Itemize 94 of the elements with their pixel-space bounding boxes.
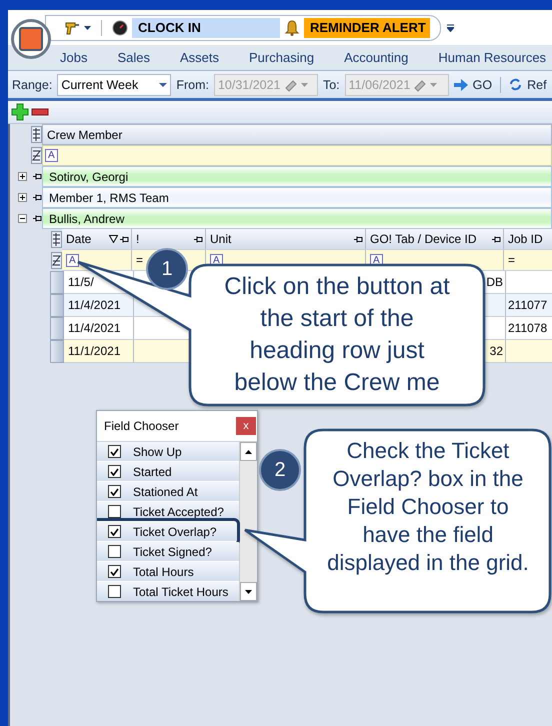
eraser-icon[interactable] [413, 78, 428, 92]
scroll-up-button[interactable] [240, 442, 257, 461]
filter-operator[interactable]: A [45, 149, 58, 162]
column-chooser-icon[interactable] [31, 126, 42, 143]
checkbox[interactable] [108, 485, 121, 498]
tooltip-text: Click on the button at the start of the heading row just below the Crew me [223, 272, 451, 398]
table-cell: 11/1/2021 [68, 344, 120, 358]
checkbox[interactable] [108, 505, 121, 518]
pin-icon[interactable] [194, 234, 203, 244]
close-button[interactable]: x [236, 417, 256, 435]
collapse-icon[interactable] [18, 214, 27, 223]
group-row[interactable]: Bullis, Andrew [42, 208, 552, 229]
column-title: Unit [210, 232, 232, 246]
check-icon [110, 468, 119, 476]
check-icon [110, 488, 119, 496]
arrow-right-icon[interactable] [454, 78, 468, 90]
table-cell: 11/4/2021 [68, 298, 120, 312]
table-cell: 11/4/2021 [68, 321, 120, 335]
pin-icon[interactable] [33, 172, 42, 181]
table-cell: 211078 [508, 321, 548, 335]
field-item[interactable]: Ticket Signed? [97, 542, 239, 562]
panel-title: Field Chooser [104, 419, 179, 433]
field-item[interactable]: Started [97, 462, 239, 482]
field-item[interactable]: Total Hours [97, 562, 239, 582]
clock-icon[interactable] [112, 20, 128, 36]
column-header[interactable]: Unit [206, 229, 366, 250]
bell-icon[interactable] [284, 20, 300, 36]
customize-toolbar-icon[interactable] [447, 24, 454, 32]
checkbox[interactable] [108, 565, 121, 578]
field-item[interactable]: Stationed At [97, 482, 239, 502]
go-button[interactable]: GO [472, 78, 492, 92]
menu-tab[interactable]: Human Resources [438, 50, 546, 65]
clock-in-button[interactable]: CLOCK IN [132, 18, 280, 38]
refresh-button[interactable]: Ref [527, 78, 547, 92]
filter-operator[interactable]: A [66, 254, 79, 266]
expand-icon[interactable] [18, 193, 27, 202]
from-label: From: [176, 78, 209, 92]
menu-tab[interactable]: Jobs [60, 50, 88, 65]
table-cell: 211077 [508, 298, 548, 312]
menu-tab[interactable]: Accounting [344, 50, 408, 65]
column-header[interactable]: Job ID [504, 229, 552, 250]
reminder-alert-button[interactable]: REMINDER ALERT [304, 18, 430, 38]
tooltip-text: Check the Ticket Overlap? box in the Field Chooser to have the field displayed in the grid. [326, 437, 530, 577]
menu-tab[interactable]: Sales [117, 50, 150, 65]
column-header[interactable]: ! [132, 229, 206, 250]
filter-operator[interactable]: = [136, 253, 144, 267]
column-header[interactable]: Crew Member [42, 124, 552, 145]
up-arrow-icon [245, 450, 252, 454]
checkbox[interactable] [108, 585, 121, 598]
check-icon [110, 568, 119, 576]
drill-icon[interactable] [64, 20, 80, 36]
pin-icon[interactable] [120, 234, 129, 244]
column-chooser-icon[interactable] [51, 231, 62, 248]
filter-icon[interactable] [109, 234, 118, 242]
column-title: ! [136, 232, 140, 246]
field-item[interactable]: Total Ticket Hours [97, 582, 239, 601]
column-title: GO! Tab / Device ID [370, 232, 476, 246]
column-header[interactable]: Date [62, 229, 132, 250]
expand-icon[interactable] [18, 172, 27, 181]
filter-row[interactable]: A [42, 145, 552, 166]
menu-tab[interactable]: Assets [180, 50, 220, 65]
clear-filter-icon[interactable] [51, 252, 62, 269]
checkbox[interactable] [108, 525, 121, 538]
column-title: Date [66, 232, 92, 246]
range-select[interactable]: Current Week [57, 74, 172, 96]
pin-icon[interactable] [33, 193, 42, 202]
down-arrow-icon [245, 590, 252, 594]
check-icon [110, 448, 119, 456]
group-row[interactable]: Member 1, RMS Team [42, 187, 552, 208]
group-row[interactable]: Sotirov, Georgi [42, 166, 552, 187]
check-icon [110, 528, 119, 536]
range-label: Range: [12, 78, 52, 92]
pin-icon[interactable] [492, 234, 501, 244]
pin-icon[interactable] [33, 214, 42, 223]
checkbox[interactable] [108, 545, 121, 558]
clear-filter-icon[interactable] [31, 147, 42, 164]
plus-icon[interactable] [11, 103, 29, 121]
caret-icon[interactable] [84, 26, 91, 30]
checkbox[interactable] [108, 465, 121, 478]
caret-icon[interactable] [159, 82, 168, 86]
eraser-icon[interactable] [284, 78, 298, 92]
to-label: To: [322, 78, 340, 92]
table-cell: 11/5/ [68, 275, 94, 289]
column-title: Job ID [508, 232, 543, 246]
refresh-icon[interactable] [509, 78, 522, 91]
checkbox[interactable] [108, 445, 121, 458]
table-cell: 32 [490, 344, 503, 358]
pin-icon[interactable] [354, 234, 363, 244]
field-item[interactable]: Show Up [97, 442, 239, 462]
menu-tab[interactable]: Purchasing [249, 50, 314, 65]
filter-operator[interactable]: = [508, 253, 516, 267]
column-header[interactable]: GO! Tab / Device ID [366, 229, 504, 250]
scroll-down-button[interactable] [240, 582, 257, 601]
table-cell: DB [486, 275, 503, 289]
